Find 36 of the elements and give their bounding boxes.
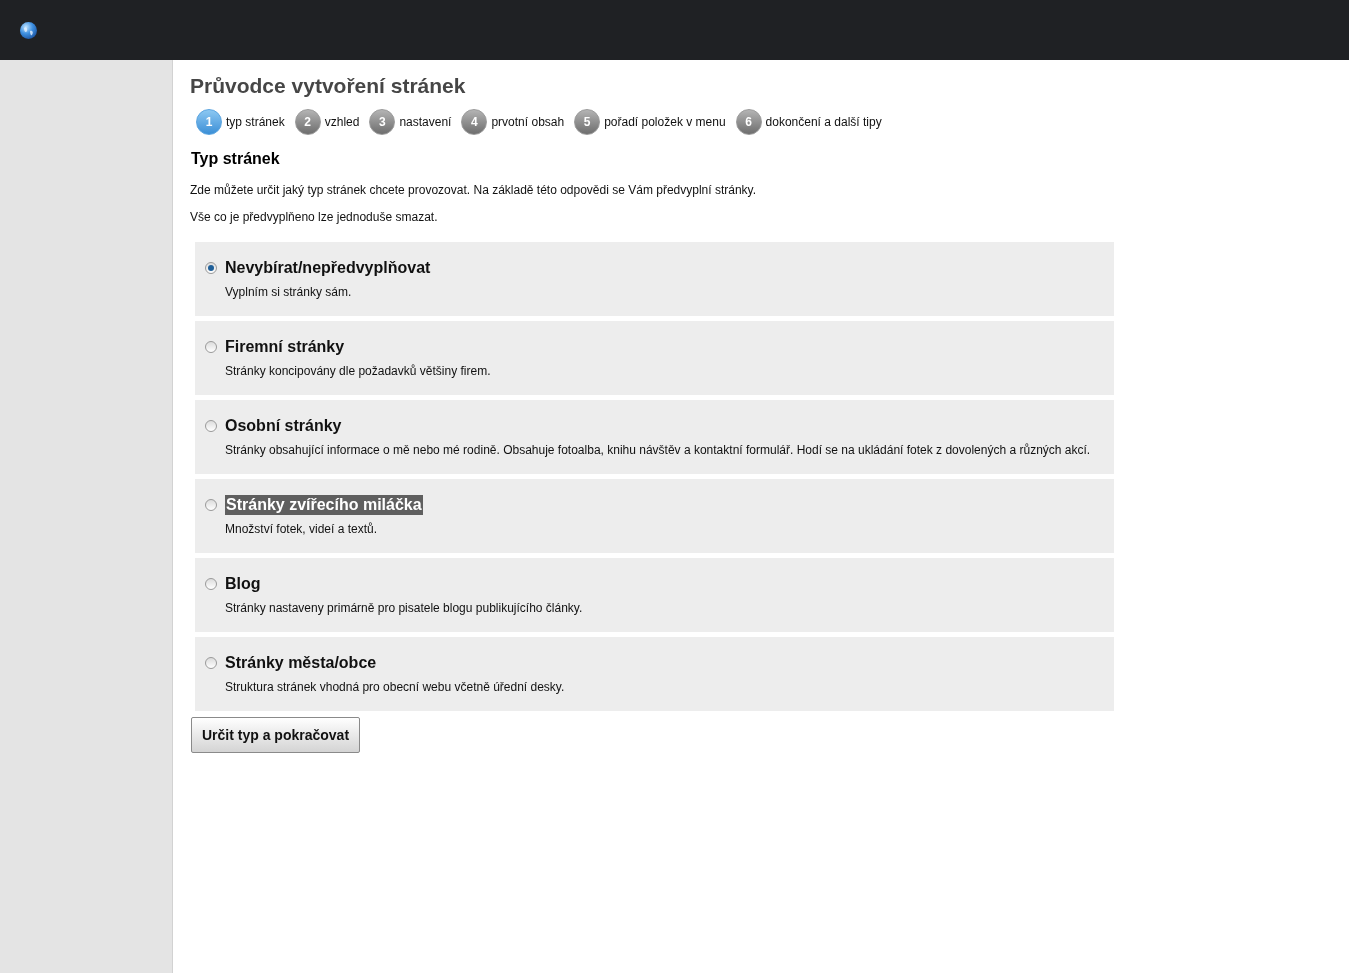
option-title: Osobní stránky — [225, 416, 342, 436]
step-label: nastavení — [399, 114, 452, 131]
option-description: Stránky nastaveny primárně pro pisatele blogu publikujícího články. — [225, 601, 583, 616]
step-number: 3 — [369, 109, 396, 135]
option-description: Stránky koncipovány dle požadavků většiny firem. — [225, 364, 491, 379]
option-description: Struktura stránek vhodná pro obecní webu včetně úřední desky. — [225, 680, 565, 695]
step-label: pořadí položek v menu — [604, 114, 726, 131]
step-number: 4 — [461, 109, 488, 135]
submit-button[interactable]: Určit typ a pokračovat — [191, 717, 361, 753]
radio-button[interactable] — [205, 341, 217, 353]
option-title: Stránky města/obce — [225, 653, 377, 673]
step-number: 1 — [196, 109, 222, 135]
intro-paragraph: Vše co je předvyplňeno lze jednoduše smazat. — [190, 210, 439, 225]
option-title: Firemní stránky — [225, 337, 345, 357]
option-description: Vyplním si stránky sám. — [225, 285, 353, 300]
option-description: Množství fotek, videí a textů. — [225, 522, 379, 537]
step-label: vzhled — [324, 114, 360, 131]
radio-button[interactable] — [205, 578, 217, 590]
radio-button[interactable] — [205, 657, 217, 669]
step-number: 5 — [574, 109, 601, 135]
page-title: Průvodce vytvoření stránek — [190, 73, 467, 99]
option-title: Blog — [225, 574, 261, 594]
step-label: dokončení a další tipy — [765, 114, 882, 131]
globe-icon — [20, 21, 37, 39]
option-title: Nevybírat/nepředvyplňovat — [225, 258, 431, 278]
option-description: Stránky obsahující informace o mě nebo mé rodině. Obsahuje fotoalba, knihu návštěv a kontaktní formulář. Hodí se na ukládání fotek z dovolených a různých akcí. — [225, 443, 1091, 458]
option-title: Stránky zvířecího miláčka — [225, 495, 423, 515]
step-label: prvotní obsah — [491, 114, 565, 131]
step-number: 2 — [294, 109, 321, 135]
radio-button[interactable] — [205, 262, 217, 274]
section-heading: Typ stránek — [191, 149, 281, 169]
radio-button[interactable] — [205, 499, 217, 511]
radio-button[interactable] — [205, 420, 217, 432]
step-label: typ stránek — [226, 114, 285, 131]
step-number: 6 — [735, 109, 762, 135]
intro-paragraph: Zde můžete určit jaký typ stránek chcete provozovat. Na základě této odpovědi se Vám předvyplní stránky. — [190, 183, 758, 198]
